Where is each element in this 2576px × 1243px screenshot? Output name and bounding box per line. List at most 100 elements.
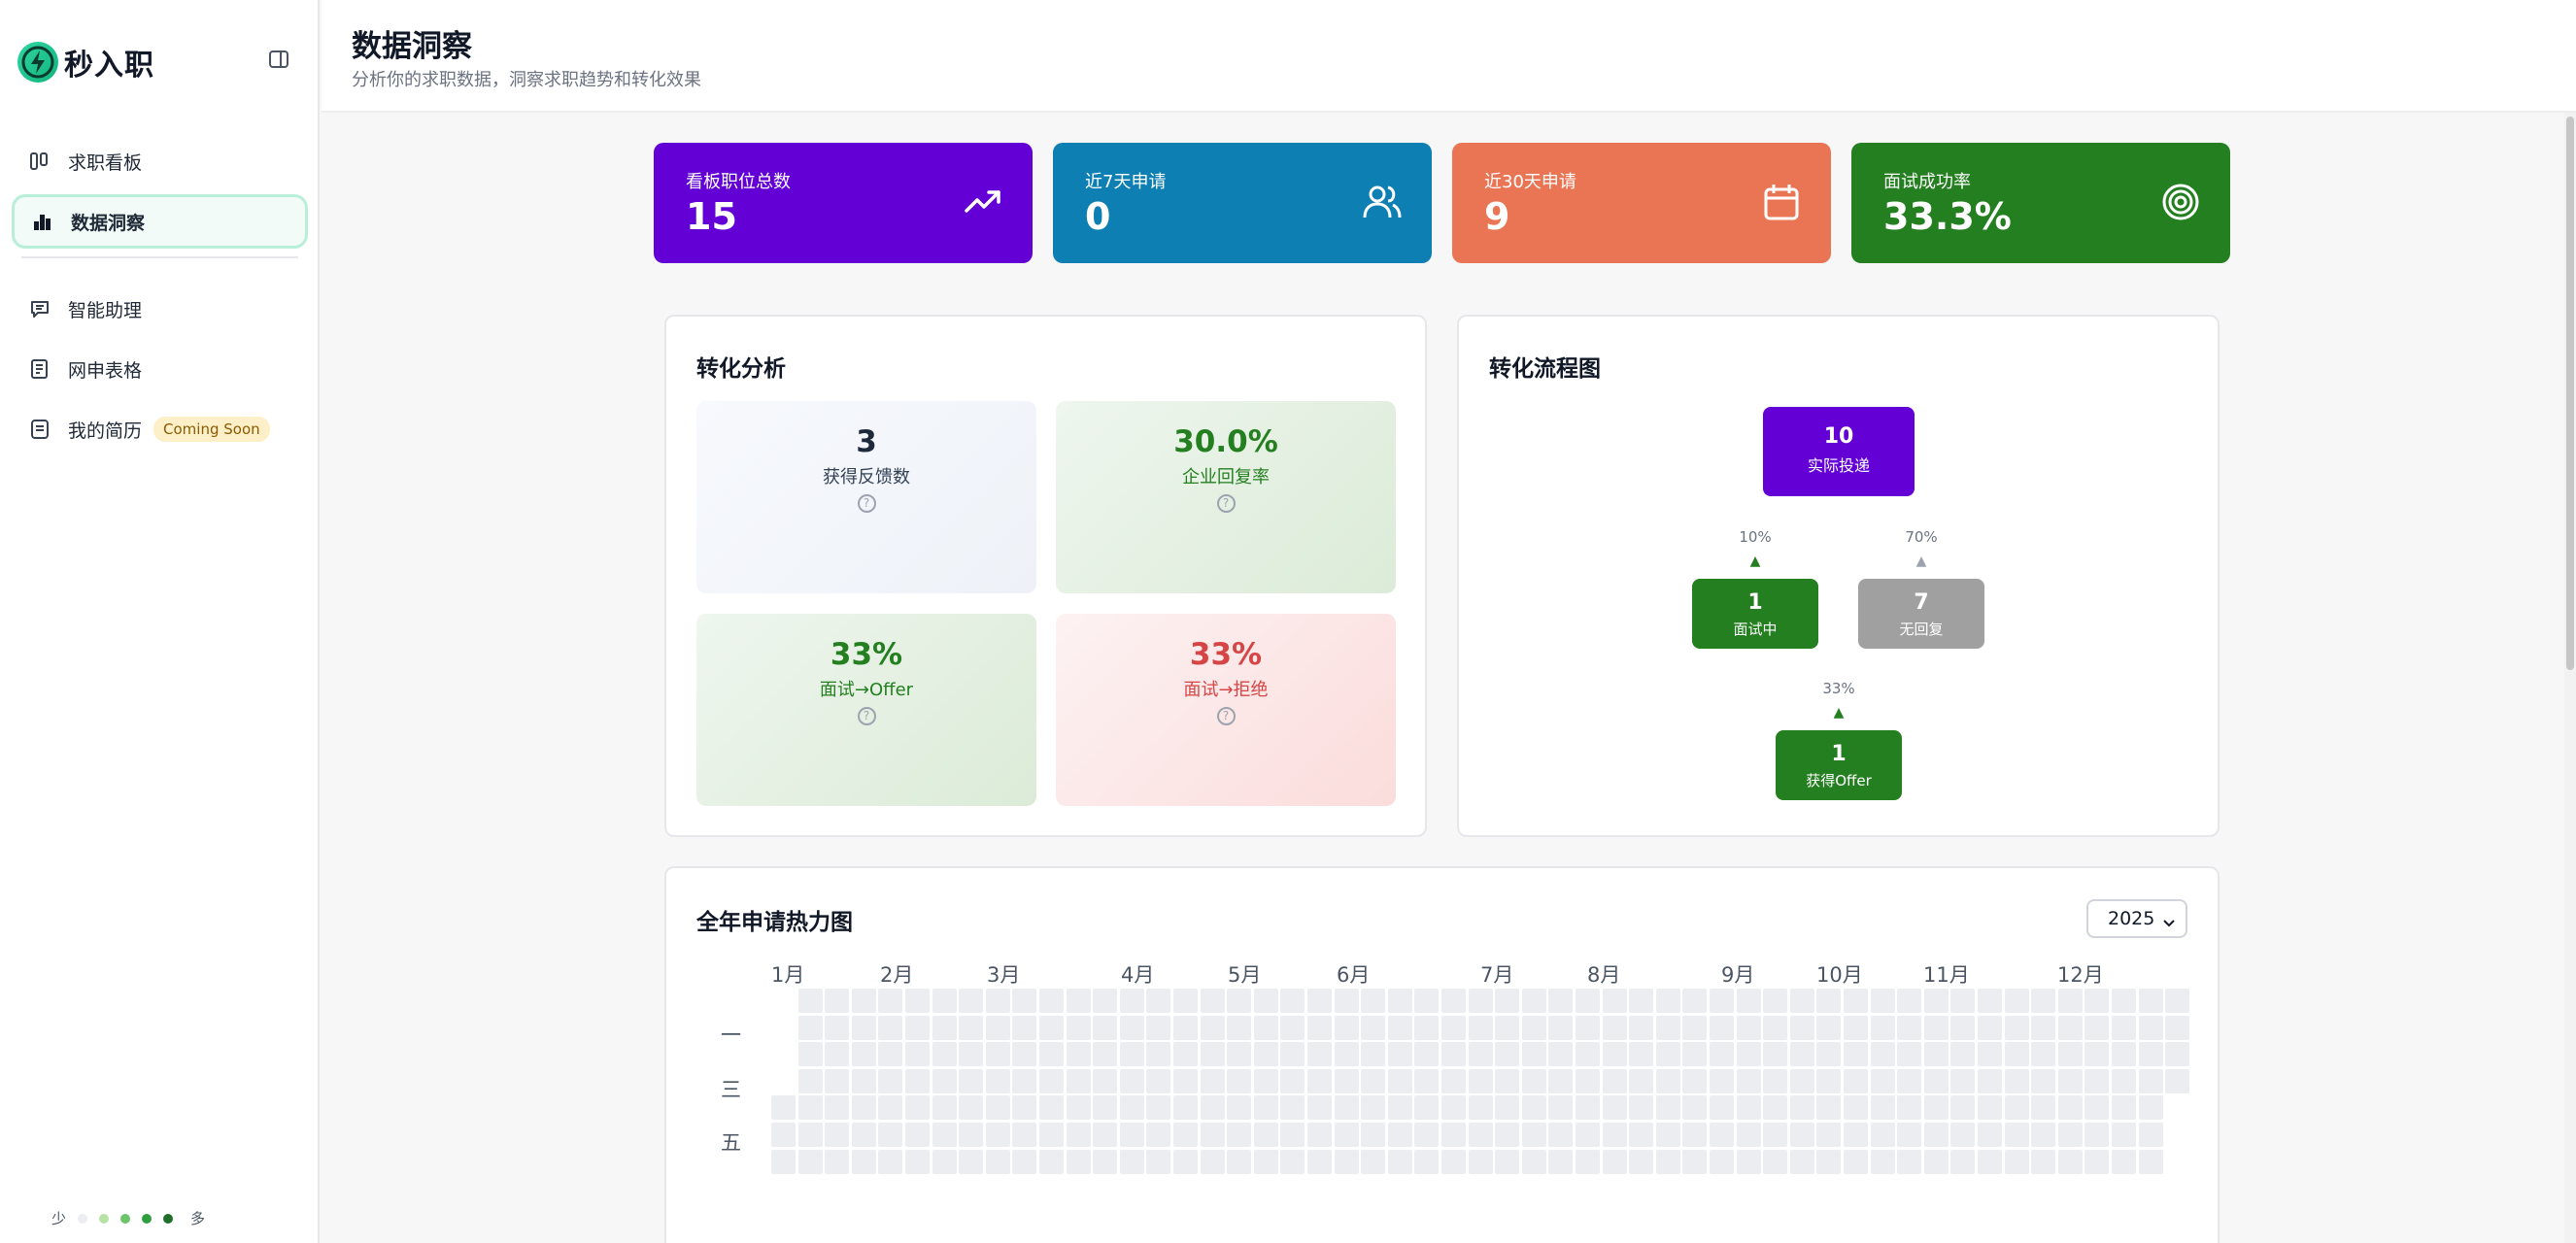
- heatmap-day-cell[interactable]: [1978, 1095, 2002, 1121]
- heatmap-day-cell[interactable]: [797, 1095, 823, 1121]
- heatmap-day-cell[interactable]: [1307, 1015, 1332, 1040]
- heatmap-day-cell[interactable]: [1816, 1123, 1842, 1147]
- sidebar-item-data-insights[interactable]: 数据洞察: [12, 194, 308, 249]
- heatmap-day-cell[interactable]: [1736, 1042, 1761, 1067]
- heatmap-day-cell[interactable]: [1816, 1149, 1842, 1174]
- heatmap-day-cell[interactable]: [1710, 1015, 1734, 1040]
- heatmap-day-cell[interactable]: [1548, 1015, 1574, 1040]
- heatmap-day-cell[interactable]: [825, 1015, 850, 1040]
- heatmap-day-cell[interactable]: [1844, 1068, 1868, 1093]
- heatmap-day-cell[interactable]: [905, 1068, 930, 1093]
- heatmap-day-cell[interactable]: [1521, 1149, 1546, 1174]
- heatmap-day-cell[interactable]: [1361, 1123, 1386, 1147]
- heatmap-day-cell[interactable]: [1066, 1149, 1091, 1174]
- heatmap-day-cell[interactable]: [1736, 1123, 1761, 1147]
- heatmap-day-cell[interactable]: [1361, 1095, 1386, 1121]
- heatmap-day-cell[interactable]: [1870, 1149, 1895, 1174]
- heatmap-day-cell[interactable]: [1227, 1068, 1252, 1093]
- heatmap-day-cell[interactable]: [1710, 989, 1734, 1013]
- heatmap-day-cell[interactable]: [1655, 1068, 1680, 1093]
- heatmap-day-cell[interactable]: [1736, 1015, 1761, 1040]
- heatmap-day-cell[interactable]: [1602, 1123, 1627, 1147]
- heatmap-day-cell[interactable]: [851, 989, 876, 1013]
- heatmap-day-cell[interactable]: [1200, 1068, 1225, 1093]
- heatmap-day-cell[interactable]: [2031, 1042, 2056, 1067]
- heatmap-day-cell[interactable]: [2085, 1149, 2110, 1174]
- heatmap-day-cell[interactable]: [1736, 1068, 1761, 1093]
- heatmap-day-cell[interactable]: [1119, 989, 1144, 1013]
- heatmap-day-cell[interactable]: [1146, 989, 1171, 1013]
- heatmap-day-cell[interactable]: [851, 1068, 876, 1093]
- heatmap-day-cell[interactable]: [1548, 1068, 1574, 1093]
- heatmap-day-cell[interactable]: [1897, 1068, 1922, 1093]
- heatmap-day-cell[interactable]: [932, 1095, 957, 1121]
- heatmap-day-cell[interactable]: [2085, 1042, 2110, 1067]
- heatmap-day-cell[interactable]: [959, 989, 984, 1013]
- heatmap-day-cell[interactable]: [2031, 1095, 2056, 1121]
- heatmap-day-cell[interactable]: [1253, 1042, 1278, 1067]
- heatmap-day-cell[interactable]: [959, 1042, 984, 1067]
- heatmap-day-cell[interactable]: [905, 1149, 930, 1174]
- heatmap-day-cell[interactable]: [2138, 1123, 2163, 1147]
- heatmap-day-cell[interactable]: [2057, 989, 2083, 1013]
- heatmap-day-cell[interactable]: [2004, 1123, 2029, 1147]
- heatmap-day-cell[interactable]: [1414, 1042, 1440, 1067]
- heatmap-day-cell[interactable]: [1602, 989, 1627, 1013]
- heatmap-day-cell[interactable]: [2165, 989, 2190, 1013]
- heatmap-day-cell[interactable]: [1844, 1042, 1868, 1067]
- heatmap-day-cell[interactable]: [1736, 1149, 1761, 1174]
- heatmap-day-cell[interactable]: [1361, 1015, 1386, 1040]
- heatmap-day-cell[interactable]: [797, 1042, 823, 1067]
- heatmap-day-cell[interactable]: [1923, 1042, 1949, 1067]
- heatmap-day-cell[interactable]: [1548, 1123, 1574, 1147]
- heatmap-day-cell[interactable]: [1039, 989, 1064, 1013]
- heatmap-day-cell[interactable]: [1629, 1068, 1654, 1093]
- heatmap-day-cell[interactable]: [2085, 1123, 2110, 1147]
- heatmap-day-cell[interactable]: [1039, 1042, 1064, 1067]
- heatmap-day-cell[interactable]: [1682, 1149, 1708, 1174]
- heatmap-day-cell[interactable]: [1789, 1068, 1814, 1093]
- heatmap-day-cell[interactable]: [2004, 1042, 2029, 1067]
- heatmap-day-cell[interactable]: [1629, 1149, 1654, 1174]
- heatmap-day-cell[interactable]: [1870, 1123, 1895, 1147]
- heatmap-day-cell[interactable]: [1923, 1015, 1949, 1040]
- heatmap-day-cell[interactable]: [825, 1123, 850, 1147]
- heatmap-day-cell[interactable]: [1576, 1042, 1600, 1067]
- heatmap-day-cell[interactable]: [985, 1015, 1010, 1040]
- sidebar-item-resume[interactable]: 我的简历 Coming Soon: [12, 402, 308, 456]
- heatmap-day-cell[interactable]: [1307, 1095, 1332, 1121]
- heatmap-day-cell[interactable]: [825, 1095, 850, 1121]
- heatmap-day-cell[interactable]: [2138, 1095, 2163, 1121]
- heatmap-day-cell[interactable]: [1602, 1015, 1627, 1040]
- heatmap-day-cell[interactable]: [1146, 1123, 1171, 1147]
- heatmap-day-cell[interactable]: [1950, 1042, 1976, 1067]
- heatmap-day-cell[interactable]: [1039, 1068, 1064, 1093]
- heatmap-day-cell[interactable]: [1227, 1042, 1252, 1067]
- heatmap-day-cell[interactable]: [1629, 1042, 1654, 1067]
- heatmap-day-cell[interactable]: [1414, 1095, 1440, 1121]
- heatmap-day-cell[interactable]: [1253, 1095, 1278, 1121]
- heatmap-day-cell[interactable]: [1066, 1123, 1091, 1147]
- heatmap-day-cell[interactable]: [1655, 1123, 1680, 1147]
- logo[interactable]: 秒入职: [17, 41, 154, 84]
- heatmap-day-cell[interactable]: [1039, 1123, 1064, 1147]
- heatmap-day-cell[interactable]: [1816, 1042, 1842, 1067]
- heatmap-day-cell[interactable]: [797, 1149, 823, 1174]
- sidebar-item-job-board[interactable]: 求职看板: [12, 134, 308, 188]
- heatmap-day-cell[interactable]: [1307, 1149, 1332, 1174]
- heatmap-day-cell[interactable]: [1334, 1068, 1359, 1093]
- heatmap-day-cell[interactable]: [1602, 1149, 1627, 1174]
- heatmap-day-cell[interactable]: [1280, 1068, 1305, 1093]
- heatmap-day-cell[interactable]: [878, 1095, 903, 1121]
- heatmap-day-cell[interactable]: [1334, 1015, 1359, 1040]
- heatmap-day-cell[interactable]: [2031, 1068, 2056, 1093]
- heatmap-day-cell[interactable]: [1093, 1123, 1118, 1147]
- heatmap-day-cell[interactable]: [1923, 1123, 1949, 1147]
- heatmap-day-cell[interactable]: [1629, 989, 1654, 1013]
- heatmap-day-cell[interactable]: [1548, 989, 1574, 1013]
- heatmap-day-cell[interactable]: [1816, 1095, 1842, 1121]
- heatmap-day-cell[interactable]: [1093, 1042, 1118, 1067]
- heatmap-day-cell[interactable]: [2165, 1015, 2190, 1040]
- heatmap-day-cell[interactable]: [1682, 1015, 1708, 1040]
- heatmap-day-cell[interactable]: [905, 989, 930, 1013]
